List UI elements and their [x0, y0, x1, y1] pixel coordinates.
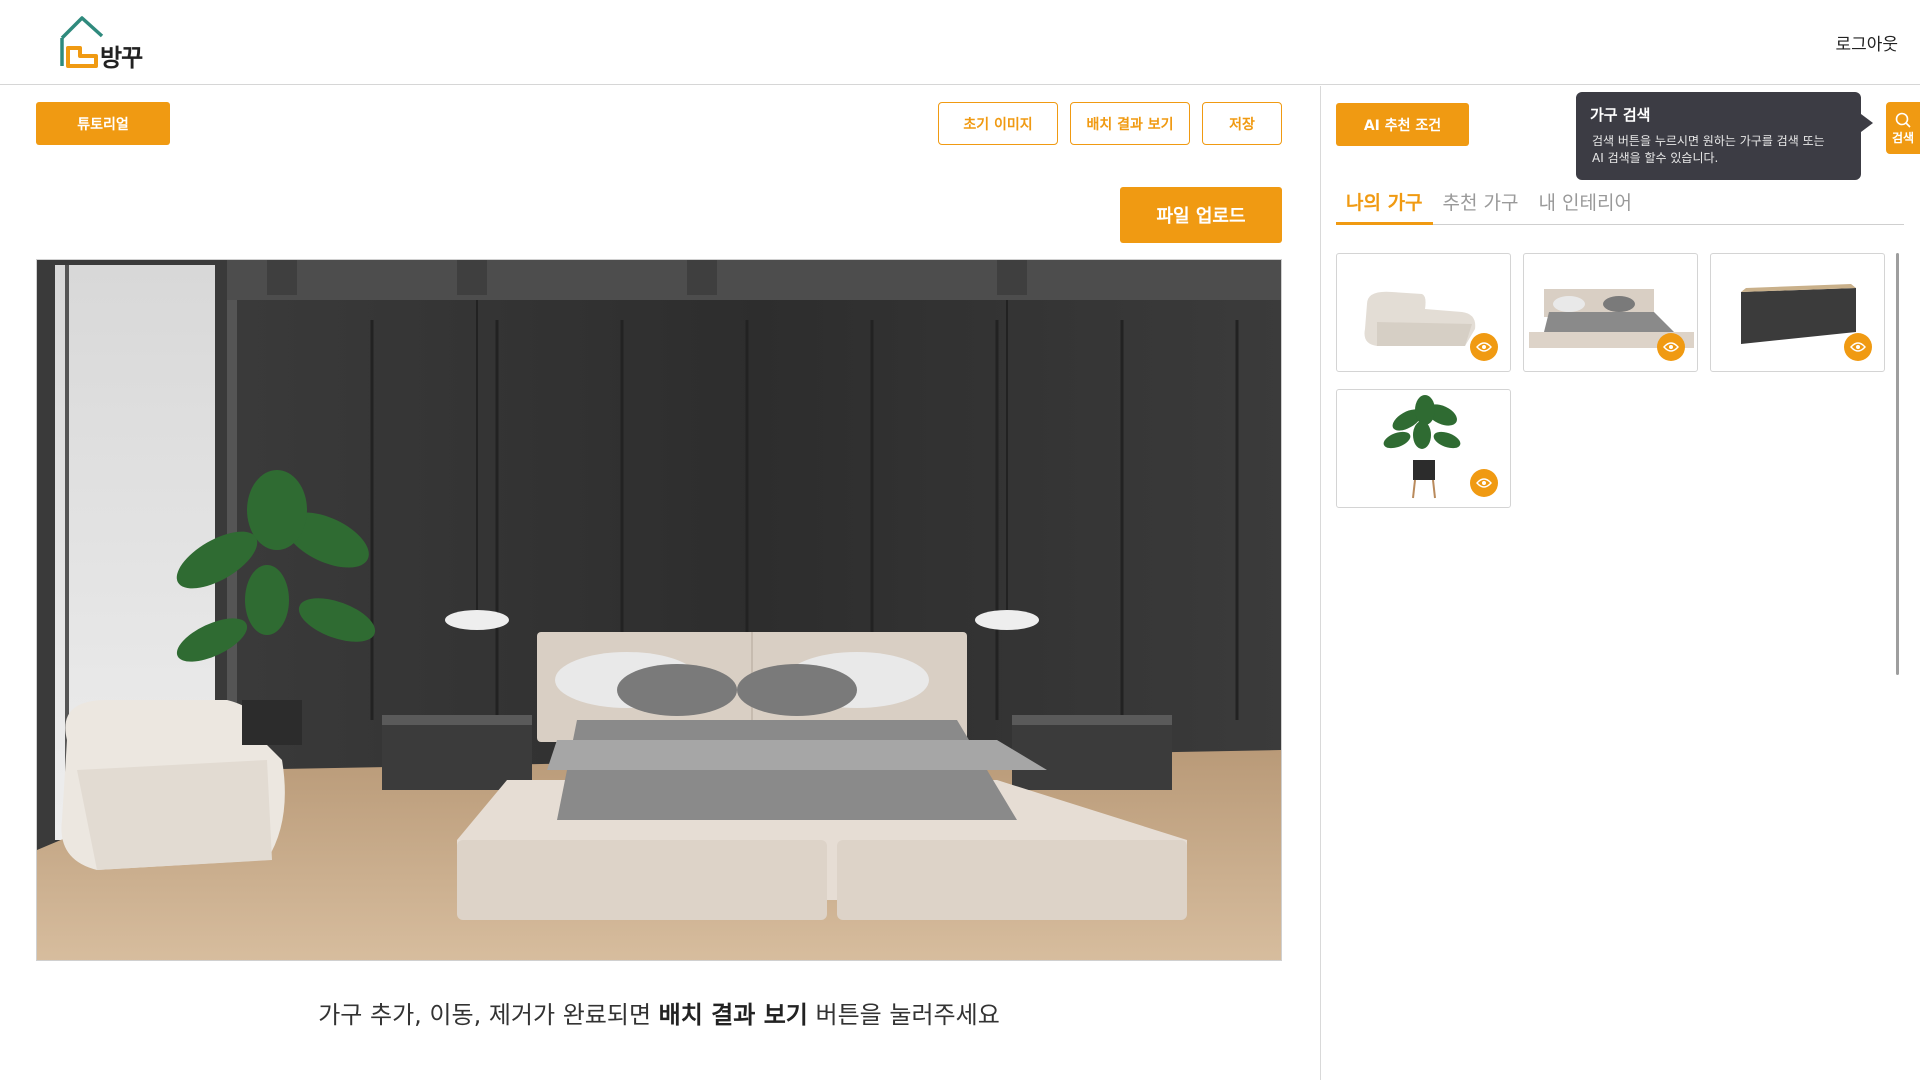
app-header: 방꾸 로그아웃 — [0, 0, 1920, 85]
save-button[interactable]: 저장 — [1202, 102, 1282, 145]
furniture-card-side-table[interactable] — [1710, 253, 1885, 372]
eye-icon — [1663, 342, 1679, 352]
tutorial-button[interactable]: 튜토리얼 — [36, 102, 170, 145]
instruction-caption: 가구 추가, 이동, 제거가 완료되면 배치 결과 보기 버튼을 눌러주세요 — [36, 995, 1282, 1030]
logout-link[interactable]: 로그아웃 — [1835, 30, 1898, 55]
eye-icon — [1850, 342, 1866, 352]
tab-recommended-furniture[interactable]: 추천 가구 — [1433, 190, 1529, 224]
preview-eye-button[interactable] — [1844, 333, 1872, 361]
search-tooltip: 가구 검색 검색 버튼을 누르시면 원하는 가구를 검색 또는 AI 검색을 할… — [1576, 92, 1873, 180]
eye-icon — [1476, 342, 1492, 352]
tab-my-interior[interactable]: 내 인테리어 — [1529, 190, 1642, 224]
furniture-card-bed[interactable] — [1523, 253, 1698, 372]
search-icon — [1895, 112, 1911, 128]
tooltip-title: 가구 검색 — [1590, 106, 1651, 124]
preview-eye-button[interactable] — [1470, 333, 1498, 361]
brand-name: 방꾸 — [100, 44, 143, 72]
furniture-list-scrollbar[interactable] — [1896, 253, 1899, 675]
initial-image-button[interactable]: 초기 이미지 — [938, 102, 1058, 145]
ai-condition-button[interactable]: AI 추천 조건 — [1336, 103, 1469, 146]
preview-eye-button[interactable] — [1470, 469, 1498, 497]
preview-eye-button[interactable] — [1657, 333, 1685, 361]
furniture-card-plant[interactable] — [1336, 389, 1511, 508]
caption-suffix: 버튼을 눌러주세요 — [807, 1001, 1000, 1029]
search-button-label: 검색 — [1891, 130, 1915, 145]
file-upload-button[interactable]: 파일 업로드 — [1120, 187, 1282, 243]
eye-icon — [1476, 478, 1492, 488]
search-button[interactable]: 검색 — [1886, 102, 1920, 154]
bedroom-illustration — [37, 260, 1281, 960]
view-result-button[interactable]: 배치 결과 보기 — [1070, 102, 1190, 145]
furniture-card-sofa[interactable] — [1336, 253, 1511, 372]
tooltip-body: 검색 버튼을 누르시면 원하는 가구를 검색 또는 AI 검색을 할수 있습니다… — [1590, 133, 1847, 167]
furniture-tabs: 나의 가구 추천 가구 내 인테리어 — [1336, 190, 1904, 225]
room-image-canvas[interactable] — [36, 259, 1282, 961]
caption-prefix: 가구 추가, 이동, 제거가 완료되면 — [318, 1001, 659, 1029]
tooltip-line-1: 검색 버튼을 누르시면 원하는 가구를 검색 또는 — [1592, 134, 1825, 148]
tab-my-furniture[interactable]: 나의 가구 — [1336, 190, 1433, 225]
caption-emphasis: 배치 결과 보기 — [658, 1001, 808, 1029]
panel-divider — [1320, 86, 1321, 1080]
tooltip-line-2: AI 검색을 할수 있습니다. — [1592, 151, 1719, 165]
